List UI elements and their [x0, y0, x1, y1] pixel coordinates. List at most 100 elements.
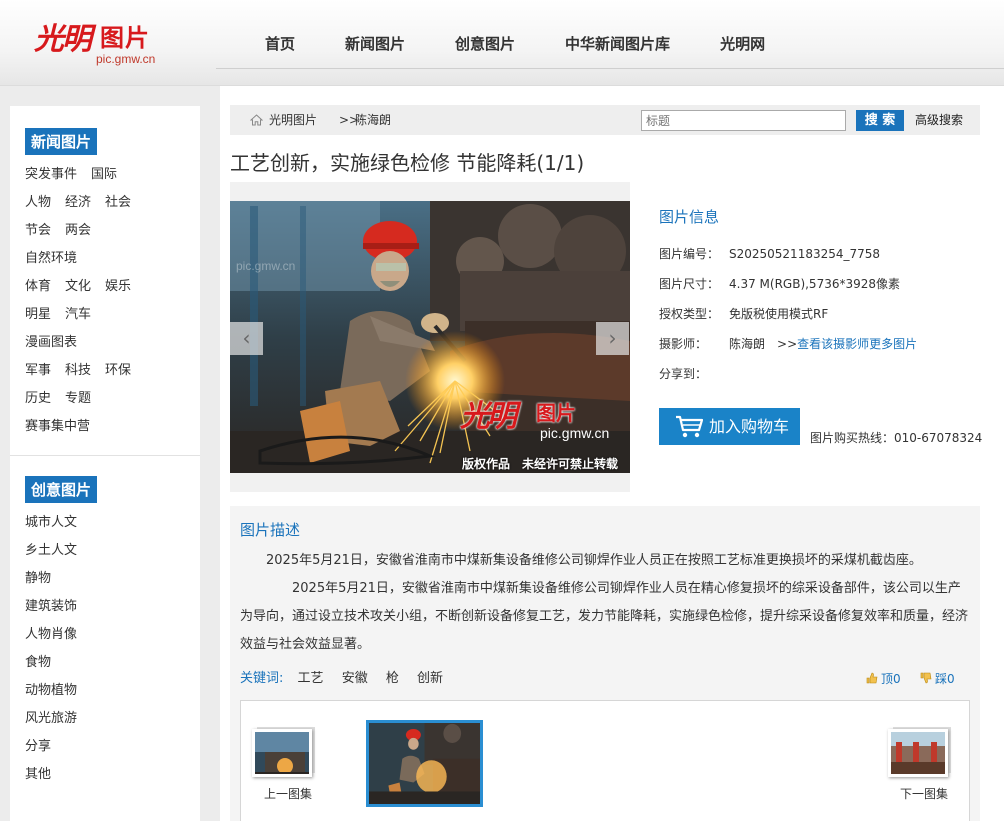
sidebar-link[interactable]: 明星 [25, 301, 51, 329]
next-gallery-thumb [888, 729, 948, 777]
sidebar-link[interactable]: 其他 [25, 761, 51, 789]
main-content: 光明图片 >> 陈海朗 搜 索 高级搜索 工艺创新，实施绿色检修 节能降耗(1/… [220, 86, 1004, 821]
sidebar-row: 突发事件 国际 [25, 161, 200, 189]
sidebar-row: 自然环境 [25, 245, 200, 273]
add-to-cart-button[interactable]: 加入购物车 [659, 408, 800, 445]
sidebar-row: 食物 [25, 649, 200, 677]
sidebar-row: 乡土人文 [25, 537, 200, 565]
sidebar-link[interactable]: 食物 [25, 649, 51, 677]
add-to-cart-label: 加入购物车 [709, 417, 790, 436]
sidebar-link[interactable]: 专题 [65, 385, 91, 413]
sidebar-link[interactable]: 乡土人文 [25, 537, 77, 565]
upvote-button[interactable]: 顶0 [866, 666, 901, 692]
next-gallery-label: 下一图集 [899, 787, 948, 801]
main-photo[interactable]: pic.gmw.cn 光明 图片 pic.gmw.cn 版权作品 未经许可禁止转… [230, 201, 630, 473]
photographer-more-link[interactable]: 查看该摄影师更多图片 [797, 329, 917, 359]
sidebar-link[interactable]: 军事 [25, 357, 51, 385]
sidebar-link[interactable]: 漫画图表 [25, 329, 77, 357]
photo-ghost-watermark: pic.gmw.cn [236, 259, 296, 273]
sidebar-link[interactable]: 两会 [65, 217, 91, 245]
sidebar-link[interactable]: 静物 [25, 565, 51, 593]
sidebar-link[interactable]: 城市人文 [25, 509, 77, 537]
prev-gallery-label: 上一图集 [263, 787, 312, 801]
photo-info-panel: 图片信息 图片编号： S20250521183254_7758 图片尺寸： 4.… [659, 206, 917, 389]
keyword-link[interactable]: 安徽 [342, 671, 368, 686]
sidebar-link[interactable]: 娱乐 [105, 273, 131, 301]
sidebar-link[interactable]: 国际 [91, 161, 117, 189]
sidebar-link[interactable]: 环保 [105, 357, 131, 385]
sidebar-link[interactable]: 历史 [25, 385, 51, 413]
sidebar-link[interactable]: 节会 [25, 217, 51, 245]
info-value: 免版税使用模式RF [729, 307, 829, 321]
sidebar-link[interactable]: 科技 [65, 357, 91, 385]
sidebar-row: 明星 汽车 [25, 301, 200, 329]
next-photo-arrow[interactable]: › [596, 322, 629, 355]
breadcrumb-bar: 光明图片 >> 陈海朗 搜 索 高级搜索 [230, 105, 980, 135]
info-value: S20250521183254_7758 [729, 247, 881, 261]
info-key: 摄影师： [659, 337, 708, 351]
nav-news-pictures[interactable]: 新闻图片 [320, 0, 430, 86]
sidebar-row: 赛事集中营 [25, 413, 200, 441]
prev-photo-arrow[interactable]: ‹ [230, 322, 263, 355]
photo-copyright: 版权作品 未经许可禁止转载 [462, 457, 619, 471]
sidebar-row: 风光旅游 [25, 705, 200, 733]
keyword-link[interactable]: 工艺 [298, 671, 324, 686]
sidebar-link[interactable]: 建筑装饰 [25, 593, 77, 621]
sidebar-link[interactable]: 突发事件 [25, 161, 77, 189]
sidebar-news-title[interactable]: 新闻图片 [25, 128, 98, 155]
sidebar-link[interactable]: 汽车 [65, 301, 91, 329]
logo-word: 图片 [100, 24, 150, 52]
description-section: 图片描述 2025年5月21日，安徽省淮南市中煤新集设备维修公司铆焊作业人员正在… [230, 506, 980, 821]
description-paragraph: 2025年5月21日，安徽省淮南市中煤新集设备维修公司铆焊作业人员正在按照工艺标… [266, 553, 922, 568]
sidebar-link[interactable]: 人物 [25, 189, 51, 217]
nav-divider [216, 68, 1004, 69]
sidebar-row: 城市人文 [25, 509, 200, 537]
sidebar-creative-section: 创意图片 城市人文 乡土人文 静物 建筑装饰 人物肖像 食物 动物植物 风光旅游 分享 其他 [10, 456, 200, 789]
gallery-thumbnails: 上一图集 下一图集 [240, 700, 970, 821]
sidebar-link[interactable]: 社会 [105, 189, 131, 217]
sidebar-link[interactable]: 动物植物 [25, 677, 77, 705]
info-key: 图片尺寸： [659, 277, 720, 291]
keywords-row: 关键词: 工艺 安徽 枪 创新 [240, 666, 457, 692]
advanced-search-link[interactable]: 高级搜索 [915, 105, 963, 135]
sidebar-link[interactable]: 自然环境 [25, 245, 77, 273]
nav-creative-pictures[interactable]: 创意图片 [430, 0, 540, 86]
current-thumb[interactable] [366, 720, 483, 807]
site-logo[interactable]: 光明 图片 pic.gmw.cn [34, 14, 164, 70]
nav-gmw[interactable]: 光明网 [695, 0, 790, 86]
sidebar-row: 人物肖像 [25, 621, 200, 649]
sidebar-link[interactable]: 体育 [25, 273, 51, 301]
info-row-size: 图片尺寸： 4.37 M(RGB),5736*3928像素 [659, 269, 917, 299]
info-key: 授权类型： [659, 307, 720, 321]
keyword-link[interactable]: 枪 [386, 671, 399, 686]
share-label: 分享到： [659, 367, 708, 381]
sidebar: 新闻图片 突发事件 国际 人物 经济 社会 节会 两会 自然环境 体育 文化 娱乐 明星 汽车 漫画图表军… [10, 106, 200, 821]
description-paragraph: 2025年5月21日，安徽省淮南市中煤新集设备维修公司铆焊作业人员在精心修复损坏… [240, 581, 969, 652]
upvote-count: 顶0 [881, 672, 901, 686]
next-gallery-link[interactable]: 下一图集 [888, 729, 960, 802]
sidebar-row: 动物植物 [25, 677, 200, 705]
prev-gallery-link[interactable]: 上一图集 [252, 729, 324, 802]
info-value: 4.37 M(RGB),5736*3928像素 [729, 277, 901, 291]
page-title: 工艺创新，实施绿色检修 节能降耗(1/1) [230, 151, 585, 175]
sidebar-link[interactable]: 赛事集中营 [25, 413, 90, 441]
cart-icon [676, 415, 703, 438]
sidebar-link[interactable]: 风光旅游 [25, 705, 77, 733]
sidebar-link[interactable]: 分享 [25, 733, 51, 761]
thumbs-down-icon [920, 672, 932, 684]
sidebar-link[interactable]: 文化 [65, 273, 91, 301]
search-input[interactable] [641, 110, 846, 131]
sidebar-creative-links: 城市人文 乡土人文 静物 建筑装饰 人物肖像 食物 动物植物 风光旅游 分享 其他 [25, 509, 200, 789]
keyword-link[interactable]: 创新 [417, 671, 443, 686]
nav-china-news-library[interactable]: 中华新闻图片库 [540, 0, 695, 86]
info-row-share: 分享到： [659, 359, 917, 389]
downvote-button[interactable]: 踩0 [920, 666, 955, 692]
nav-home[interactable]: 首页 [240, 0, 320, 86]
sidebar-link[interactable]: 人物肖像 [25, 621, 77, 649]
search-button[interactable]: 搜 索 [856, 110, 904, 131]
info-key: 图片编号： [659, 247, 720, 261]
breadcrumb-current[interactable]: 陈海朗 [355, 105, 391, 135]
sidebar-link[interactable]: 经济 [65, 189, 91, 217]
breadcrumb-home[interactable]: 光明图片 [269, 105, 317, 135]
sidebar-creative-title[interactable]: 创意图片 [25, 476, 98, 503]
